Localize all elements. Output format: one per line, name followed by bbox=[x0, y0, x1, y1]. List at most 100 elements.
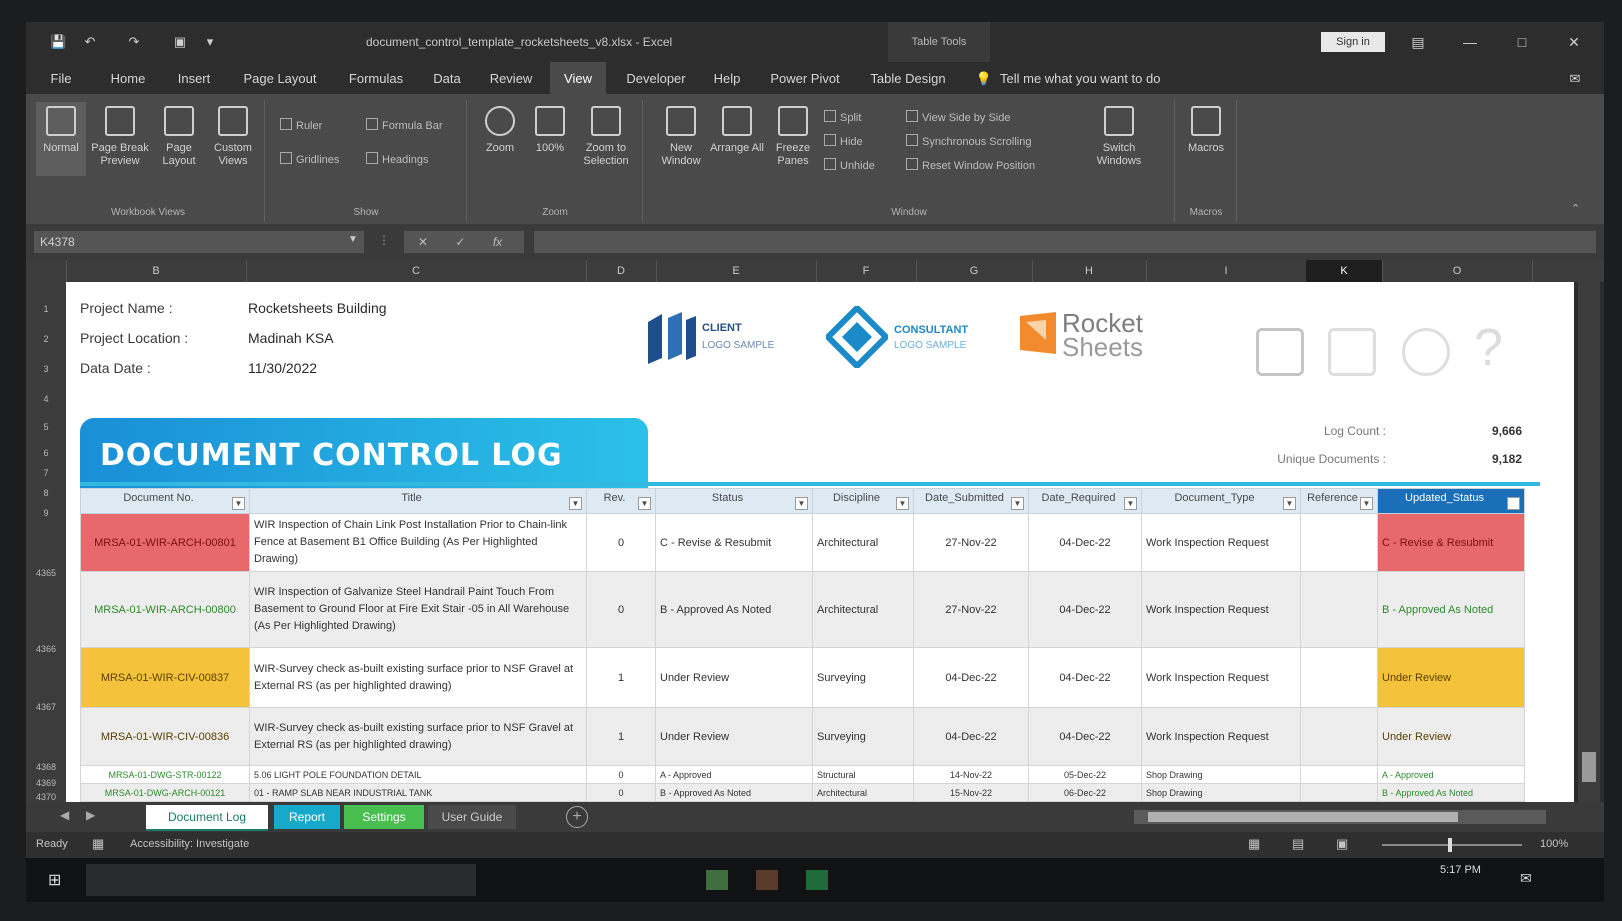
taskbar-clock[interactable]: 5:17 PM bbox=[1440, 864, 1481, 876]
touch-mode-icon[interactable]: ▣ bbox=[172, 34, 188, 50]
page-break-status-icon[interactable]: ▣ bbox=[1336, 836, 1348, 852]
page-layout-status-icon[interactable]: ▤ bbox=[1292, 836, 1304, 852]
col-header[interactable]: O bbox=[1382, 260, 1533, 282]
cell-document-no[interactable]: MRSA-01-WIR-CIV-00836 bbox=[80, 707, 250, 766]
edit-form-icon[interactable] bbox=[1256, 328, 1304, 376]
cell-reference[interactable] bbox=[1300, 571, 1378, 648]
headings-checkbox[interactable]: Headings bbox=[366, 152, 428, 166]
tab-page-layout[interactable]: Page Layout bbox=[232, 62, 328, 94]
col-header[interactable]: F bbox=[816, 260, 917, 282]
cell-rev[interactable]: 0 bbox=[586, 571, 656, 648]
cell-updated-status[interactable]: A - Approved bbox=[1377, 765, 1525, 784]
cell-rev[interactable]: 0 bbox=[586, 765, 656, 784]
switch-windows-button[interactable]: Switch Windows bbox=[1084, 106, 1154, 168]
header-discipline[interactable]: Discipline ▼ bbox=[812, 488, 914, 514]
cell-document-type[interactable]: Work Inspection Request bbox=[1141, 571, 1301, 648]
cell-document-type[interactable]: Work Inspection Request bbox=[1141, 513, 1301, 572]
cell-date-submitted[interactable]: 04-Dec-22 bbox=[913, 707, 1029, 766]
cell-title[interactable]: 5.06 LIGHT POLE FOUNDATION DETAIL bbox=[249, 765, 587, 784]
header-date-required[interactable]: Date_Required ▼ bbox=[1028, 488, 1142, 514]
cell-date-submitted[interactable]: 27-Nov-22 bbox=[913, 513, 1029, 572]
sheet-tab-user-guide[interactable]: User Guide bbox=[428, 805, 516, 829]
cell-status[interactable]: Under Review bbox=[655, 647, 813, 708]
cell-discipline[interactable]: Architectural bbox=[812, 571, 914, 648]
tab-data[interactable]: Data bbox=[422, 62, 472, 94]
header-date-submitted[interactable]: Date_Submitted ▼ bbox=[913, 488, 1029, 514]
comments-icon[interactable]: ✉ bbox=[1560, 62, 1590, 94]
table-row[interactable]: MRSA-01-DWG-STR-00122 5.06 LIGHT POLE FO… bbox=[80, 765, 1525, 784]
cell-status[interactable]: B - Approved As Noted bbox=[655, 783, 813, 802]
vertical-scrollbar[interactable] bbox=[1578, 282, 1600, 802]
cell-updated-status[interactable]: C - Revise & Resubmit bbox=[1377, 513, 1525, 572]
cell-discipline[interactable]: Surveying bbox=[812, 707, 914, 766]
sign-in-button[interactable]: Sign in bbox=[1321, 32, 1385, 52]
tab-review[interactable]: Review bbox=[478, 62, 544, 94]
row-number[interactable]: 4 bbox=[26, 394, 66, 404]
sheet-tab-document-log[interactable]: Document Log bbox=[146, 805, 268, 831]
zoom-slider[interactable] bbox=[1382, 838, 1522, 852]
row-number[interactable]: 1 bbox=[26, 304, 66, 314]
zoom-button[interactable]: Zoom bbox=[478, 106, 522, 155]
cell-date-submitted[interactable]: 04-Dec-22 bbox=[913, 647, 1029, 708]
cell-document-no[interactable]: MRSA-01-DWG-ARCH-00121 bbox=[80, 783, 250, 802]
row-number[interactable]: 7 bbox=[26, 468, 66, 478]
ruler-checkbox[interactable]: Ruler bbox=[280, 118, 322, 132]
table-row[interactable]: MRSA-01-WIR-CIV-00836 WIR-Survey check a… bbox=[80, 707, 1525, 766]
sheet-tab-report[interactable]: Report bbox=[274, 805, 340, 829]
customize-qat-icon[interactable]: ▾ bbox=[202, 34, 218, 50]
horizontal-scroll-thumb[interactable] bbox=[1148, 812, 1458, 822]
cell-document-no[interactable]: MRSA-01-DWG-STR-00122 bbox=[80, 765, 250, 784]
row-number[interactable]: 6 bbox=[26, 448, 66, 458]
freeze-panes-button[interactable]: Freeze Panes bbox=[766, 106, 820, 168]
col-header[interactable]: C bbox=[246, 260, 587, 282]
cancel-icon[interactable]: ✕ bbox=[418, 235, 428, 249]
row-number[interactable]: 4367 bbox=[26, 702, 66, 712]
cell-status[interactable]: A - Approved bbox=[655, 765, 813, 784]
cell-title[interactable]: WIR-Survey check as-built existing surfa… bbox=[249, 707, 587, 766]
tab-home[interactable]: Home bbox=[98, 62, 158, 94]
zoom-100-button[interactable]: 100% bbox=[528, 106, 572, 155]
cell-document-type[interactable]: Shop Drawing bbox=[1141, 783, 1301, 802]
cell-document-no[interactable]: MRSA-01-WIR-ARCH-00800 bbox=[80, 571, 250, 648]
redo-icon[interactable]: ↷ bbox=[126, 34, 142, 50]
notifications-icon[interactable]: ✉ bbox=[1520, 870, 1532, 887]
cell-date-submitted[interactable]: 14-Nov-22 bbox=[913, 765, 1029, 784]
col-header-selected[interactable]: K bbox=[1306, 260, 1383, 282]
col-header[interactable]: I bbox=[1146, 260, 1307, 282]
filter-dropdown-icon[interactable]: ▼ bbox=[638, 497, 651, 510]
ribbon-display-icon[interactable]: ▤ bbox=[1406, 32, 1430, 52]
tab-insert[interactable]: Insert bbox=[164, 62, 224, 94]
row-number[interactable]: 9 bbox=[26, 508, 66, 518]
cell-date-required[interactable]: 04-Dec-22 bbox=[1028, 513, 1142, 572]
horizontal-scrollbar[interactable] bbox=[1134, 810, 1546, 824]
cell-discipline[interactable]: Structural bbox=[812, 765, 914, 784]
filter-dropdown-icon[interactable]: ▼ bbox=[1124, 497, 1137, 510]
row-number[interactable]: 4368 bbox=[26, 762, 66, 772]
cell-date-required[interactable]: 04-Dec-22 bbox=[1028, 707, 1142, 766]
row-number[interactable]: 4365 bbox=[26, 568, 66, 578]
col-header[interactable]: D bbox=[586, 260, 657, 282]
reset-window-position-button[interactable]: Reset Window Position bbox=[906, 158, 1035, 172]
col-header[interactable]: B bbox=[66, 260, 247, 282]
cell-rev[interactable]: 0 bbox=[586, 783, 656, 802]
name-box-dropdown-icon[interactable]: ▼ bbox=[348, 234, 358, 245]
tell-me-search[interactable]: Tell me what you want to do bbox=[1000, 62, 1230, 94]
new-window-button[interactable]: New Window bbox=[654, 106, 708, 168]
col-header[interactable]: G bbox=[916, 260, 1033, 282]
normal-view-status-icon[interactable]: ▦ bbox=[1248, 836, 1260, 852]
row-number[interactable]: 5 bbox=[26, 422, 66, 432]
taskbar-app-icon[interactable] bbox=[756, 870, 778, 890]
row-number[interactable]: 3 bbox=[26, 364, 66, 374]
cell-discipline[interactable]: Surveying bbox=[812, 647, 914, 708]
header-document-no[interactable]: Document No. ▼ bbox=[80, 488, 250, 514]
cell-discipline[interactable]: Architectural bbox=[812, 513, 914, 572]
settings-gear-icon[interactable] bbox=[1402, 328, 1450, 376]
table-row[interactable]: MRSA-01-DWG-ARCH-00121 01 - RAMP SLAB NE… bbox=[80, 783, 1525, 802]
unhide-button[interactable]: Unhide bbox=[824, 158, 875, 172]
cell-document-type[interactable]: Work Inspection Request bbox=[1141, 707, 1301, 766]
cell-reference[interactable] bbox=[1300, 707, 1378, 766]
next-sheet-icon[interactable]: ▶ bbox=[86, 808, 95, 822]
filter-dropdown-icon[interactable]: ▼ bbox=[1507, 497, 1520, 510]
row-number[interactable]: 4370 bbox=[26, 792, 66, 802]
minimize-icon[interactable]: — bbox=[1458, 32, 1482, 52]
